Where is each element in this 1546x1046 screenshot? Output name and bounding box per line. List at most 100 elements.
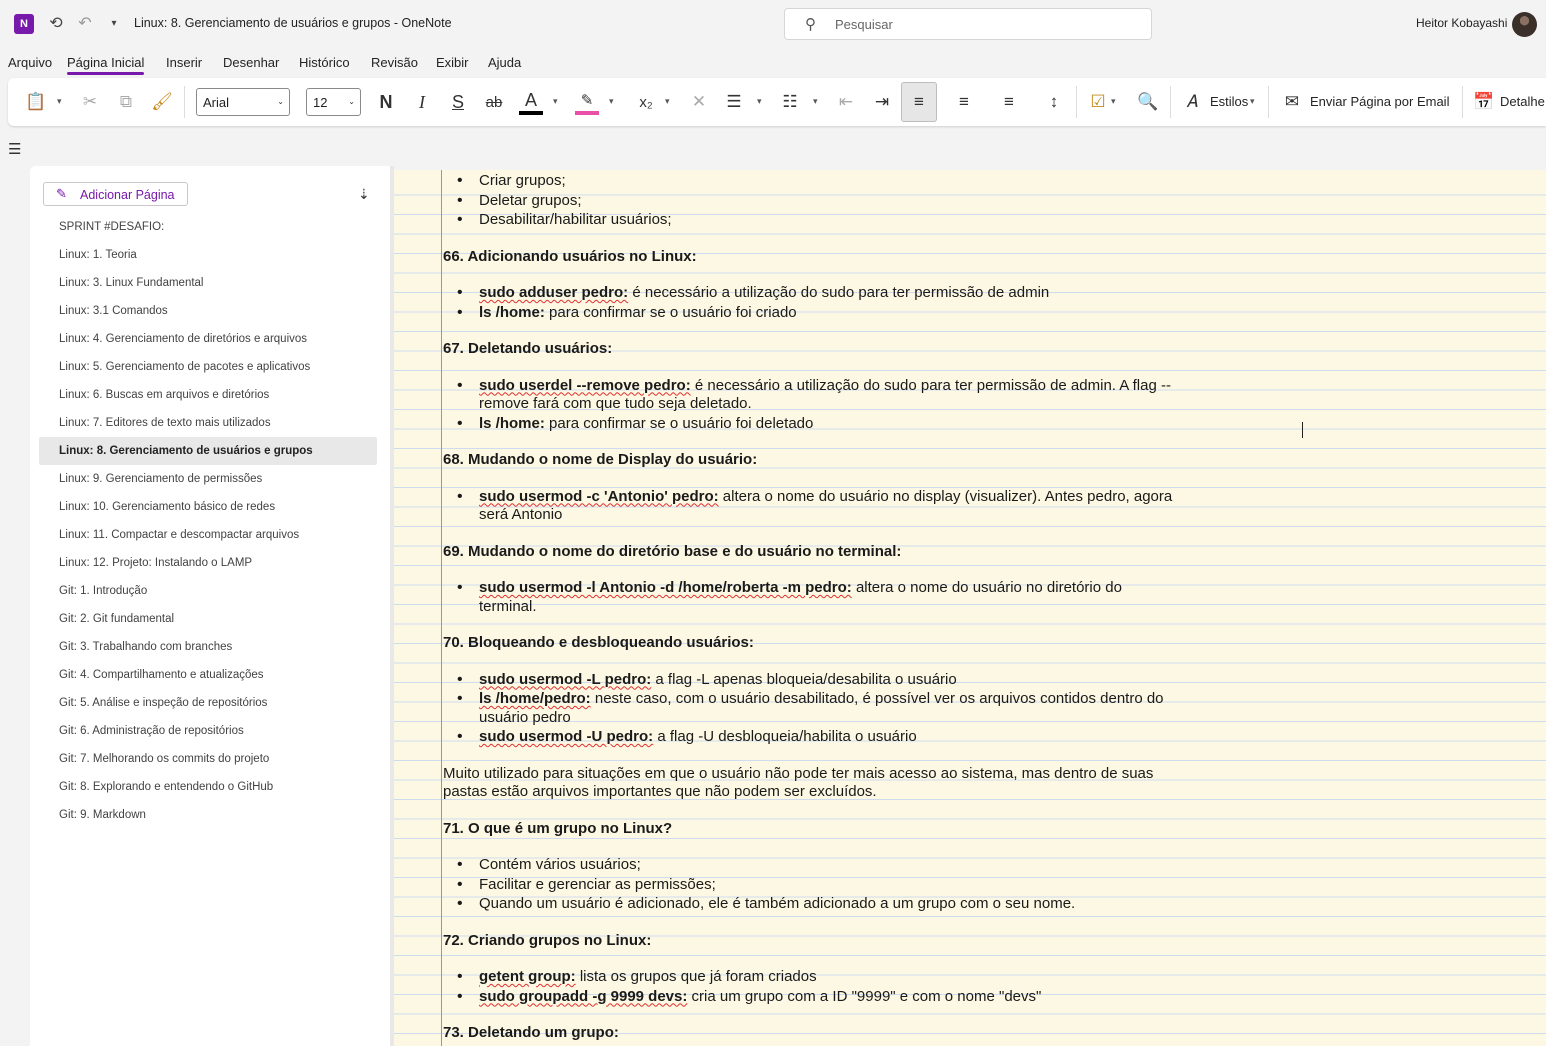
page-item[interactable]: Git: 8. Explorando e entendendo o GitHub xyxy=(39,773,377,801)
add-page-button[interactable]: ✎ Adicionar Página xyxy=(43,182,188,206)
numbered-list-icon[interactable]: ☷ xyxy=(778,89,802,115)
list-item[interactable]: ls /home: para confirmar se o usuário fo… xyxy=(457,304,1183,323)
tag-checkbox-icon[interactable]: ☑ xyxy=(1086,89,1110,115)
font-color-button[interactable]: A xyxy=(519,89,543,115)
sort-icon[interactable]: ⇣ xyxy=(358,186,370,203)
highlight-icon[interactable]: ✎ xyxy=(575,89,599,115)
meeting-details-icon[interactable]: 📅 xyxy=(1472,89,1496,115)
undo-icon[interactable]: ↶ xyxy=(74,12,96,34)
clear-formatting-icon[interactable]: ✕ xyxy=(687,89,711,115)
tab-pagina-inicial[interactable]: Página Inicial xyxy=(67,55,145,75)
page-item[interactable]: Linux: 12. Projeto: Instalando o LAMP xyxy=(39,549,377,577)
quick-access-dropdown-icon[interactable]: ▾ xyxy=(103,12,125,34)
heading-66[interactable]: 66. Adicionando usuários no Linux: xyxy=(443,248,1183,267)
list-item[interactable]: sudo usermod -U pedro: a flag -U desbloq… xyxy=(457,728,1183,747)
navigation-menu-icon[interactable]: ☰ xyxy=(8,140,21,158)
copy-icon[interactable]: ⧉ xyxy=(114,89,138,115)
heading-67[interactable]: 67. Deletando usuários: xyxy=(443,340,1183,359)
email-icon[interactable]: ✉ xyxy=(1280,89,1304,115)
page-item[interactable]: Git: 9. Markdown xyxy=(39,801,377,829)
paragraph-70[interactable]: Muito utilizado para situações em que o … xyxy=(443,765,1183,802)
page-item[interactable]: SPRINT #DESAFIO: xyxy=(39,213,377,241)
page-item[interactable]: Linux: 1. Teoria xyxy=(39,241,377,269)
note-canvas[interactable]: Criar grupos; Deletar grupos; Desabilita… xyxy=(394,170,1546,1046)
list-item[interactable]: ls /home/pedro: neste caso, com o usuári… xyxy=(457,690,1183,727)
paste-icon[interactable]: 📋 xyxy=(24,89,48,115)
tab-revisao[interactable]: Revisão xyxy=(371,55,418,70)
list-item[interactable]: ls /home: para confirmar se o usuário fo… xyxy=(457,415,1183,434)
page-item[interactable]: Git: 7. Melhorando os commits do projeto xyxy=(39,745,377,773)
list-item[interactable]: getent group: lista os grupos que já for… xyxy=(457,968,1183,987)
list-item[interactable]: Quando um usuário é adicionado, ele é ta… xyxy=(457,895,1183,914)
tab-historico[interactable]: Histórico xyxy=(299,55,350,70)
heading-68[interactable]: 68. Mudando o nome de Display do usuário… xyxy=(443,451,1183,470)
list-item[interactable]: sudo usermod -l Antonio -d /home/roberta… xyxy=(457,579,1183,616)
tab-arquivo[interactable]: Arquivo xyxy=(8,55,52,70)
list-item[interactable]: sudo groupadd -g 9999 devs: cria um grup… xyxy=(457,988,1183,1007)
email-page-button[interactable]: Enviar Página por Email xyxy=(1310,94,1449,109)
page-item[interactable]: Linux: 3. Linux Fundamental xyxy=(39,269,377,297)
align-left-icon[interactable]: ≡ xyxy=(901,82,937,122)
list-item[interactable]: Deletar grupos; xyxy=(457,192,1183,211)
page-item[interactable]: Git: 4. Compartilhamento e atualizações xyxy=(39,661,377,689)
increase-indent-icon[interactable]: ⇥ xyxy=(870,89,894,115)
avatar[interactable] xyxy=(1512,12,1537,37)
tab-inserir[interactable]: Inserir xyxy=(166,55,202,70)
meeting-details-button[interactable]: Detalhe xyxy=(1500,94,1545,109)
page-item[interactable]: Git: 3. Trabalhando com branches xyxy=(39,633,377,661)
page-item-selected[interactable]: Linux: 8. Gerenciamento de usuários e gr… xyxy=(39,437,377,465)
font-name-select[interactable]: Arial ⌄ xyxy=(196,88,290,116)
back-icon[interactable]: ⟲ xyxy=(45,12,67,34)
page-item[interactable]: Linux: 4. Gerenciamento de diretórios e … xyxy=(39,325,377,353)
numbered-list-dropdown-icon[interactable]: ▾ xyxy=(813,96,818,107)
list-item[interactable]: sudo adduser pedro: é necessário a utili… xyxy=(457,284,1183,303)
align-right-icon[interactable]: ≡ xyxy=(997,89,1021,115)
font-size-select[interactable]: 12 ⌄ xyxy=(306,88,361,116)
page-item[interactable]: Linux: 10. Gerenciamento básico de redes xyxy=(39,493,377,521)
styles-icon[interactable]: 𝐴 xyxy=(1180,89,1204,115)
italic-button[interactable]: I xyxy=(410,89,434,115)
page-item[interactable]: Linux: 6. Buscas em arquivos e diretório… xyxy=(39,381,377,409)
underline-button[interactable]: S xyxy=(446,89,470,115)
list-item[interactable]: sudo usermod -c 'Antonio' pedro: altera … xyxy=(457,488,1183,525)
styles-label[interactable]: Estilos xyxy=(1210,94,1248,109)
page-item[interactable]: Git: 5. Análise e inspeção de repositóri… xyxy=(39,689,377,717)
heading-70[interactable]: 70. Bloqueando e desbloqueando usuários: xyxy=(443,634,1183,653)
line-spacing-icon[interactable]: ↕ xyxy=(1042,89,1066,115)
page-item[interactable]: Linux: 7. Editores de texto mais utiliza… xyxy=(39,409,377,437)
bullet-list-icon[interactable]: ☰ xyxy=(722,89,746,115)
decrease-indent-icon[interactable]: ⇤ xyxy=(834,89,858,115)
search-box[interactable]: ⚲ Pesquisar xyxy=(784,8,1152,40)
align-center-icon[interactable]: ≡ xyxy=(952,89,976,115)
page-item[interactable]: Git: 1. Introdução xyxy=(39,577,377,605)
bold-button[interactable]: N xyxy=(374,89,398,115)
tab-desenhar[interactable]: Desenhar xyxy=(223,55,279,70)
heading-72[interactable]: 72. Criando grupos no Linux: xyxy=(443,932,1183,951)
page-item[interactable]: Linux: 5. Gerenciamento de pacotes e apl… xyxy=(39,353,377,381)
page-item[interactable]: Linux: 11. Compactar e descompactar arqu… xyxy=(39,521,377,549)
format-painter-icon[interactable]: 🖌 xyxy=(150,89,174,115)
find-tags-icon[interactable]: 🔍 xyxy=(1136,89,1160,115)
bullet-list-dropdown-icon[interactable]: ▾ xyxy=(757,96,762,107)
note-content[interactable]: Criar grupos; Deletar grupos; Desabilita… xyxy=(443,172,1183,1046)
page-item[interactable]: Linux: 9. Gerenciamento de permissões xyxy=(39,465,377,493)
heading-69[interactable]: 69. Mudando o nome do diretório base e d… xyxy=(443,543,1183,562)
list-item[interactable]: Desabilitar/habilitar usuários; xyxy=(457,211,1183,230)
paste-dropdown-icon[interactable]: ▾ xyxy=(57,96,62,107)
list-item[interactable]: Facilitar e gerenciar as permissões; xyxy=(457,876,1183,895)
styles-dropdown-icon[interactable]: ▾ xyxy=(1250,96,1255,107)
page-item[interactable]: Git: 6. Administração de repositórios xyxy=(39,717,377,745)
highlight-dropdown-icon[interactable]: ▾ xyxy=(609,96,614,107)
cut-icon[interactable]: ✂ xyxy=(78,89,102,115)
font-color-dropdown-icon[interactable]: ▾ xyxy=(553,96,558,107)
subscript-dropdown-icon[interactable]: ▾ xyxy=(665,96,670,107)
heading-73[interactable]: 73. Deletando um grupo: xyxy=(443,1024,1183,1043)
list-item[interactable]: sudo usermod -L pedro: a flag -L apenas … xyxy=(457,671,1183,690)
user-name[interactable]: Heitor Kobayashi xyxy=(1416,16,1507,30)
strikethrough-button[interactable]: ab xyxy=(482,89,506,115)
list-item[interactable]: Contém vários usuários; xyxy=(457,856,1183,875)
tab-exibir[interactable]: Exibir xyxy=(436,55,469,70)
tags-dropdown-icon[interactable]: ▾ xyxy=(1111,96,1116,107)
tab-ajuda[interactable]: Ajuda xyxy=(488,55,521,70)
heading-71[interactable]: 71. O que é um grupo no Linux? xyxy=(443,820,1183,839)
